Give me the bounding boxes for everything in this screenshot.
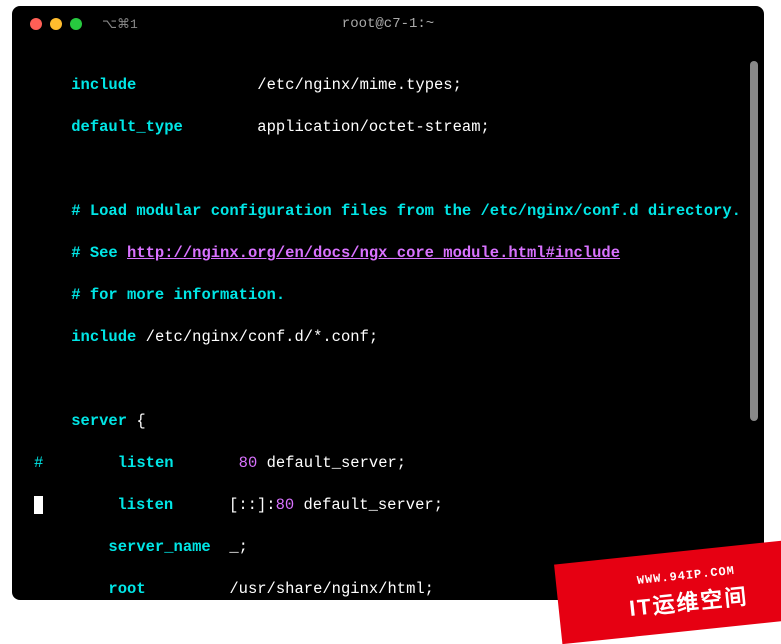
keyword-default-type: default_type — [71, 118, 183, 136]
minimize-icon[interactable] — [50, 18, 62, 30]
titlebar: ⌥⌘1 root@c7-1:~ — [12, 6, 764, 42]
port-number: 80 — [239, 454, 258, 472]
path-value: /etc/nginx/mime.types; — [257, 76, 462, 94]
keyword-listen: listen — [117, 496, 173, 514]
editor-content[interactable]: include /etc/nginx/mime.types; default_t… — [12, 42, 764, 600]
window-title: root@c7-1:~ — [342, 16, 434, 32]
close-icon[interactable] — [30, 18, 42, 30]
hash-comment: # — [34, 454, 43, 472]
keyword-root: root — [108, 580, 145, 598]
port-number: 80 — [276, 496, 295, 514]
comment-line: # for more information. — [71, 286, 285, 304]
traffic-lights — [30, 18, 82, 30]
type-value: application/octet-stream; — [257, 118, 490, 136]
terminal-window: ⌥⌘1 root@c7-1:~ include /etc/nginx/mime.… — [12, 6, 764, 600]
path-value: /etc/nginx/conf.d/*.conf; — [136, 328, 378, 346]
cursor-icon — [34, 496, 43, 514]
comment-line: # Load modular configuration files from … — [71, 202, 741, 220]
path-value: /usr/share/nginx/html; — [146, 580, 434, 598]
comment-line: # See http://nginx.org/en/docs/ngx_core_… — [71, 244, 620, 262]
keyword-server: server — [71, 412, 127, 430]
keyword-server-name: server_name — [108, 538, 210, 556]
doc-url: http://nginx.org/en/docs/ngx_core_module… — [127, 244, 620, 262]
scrollbar[interactable] — [750, 61, 758, 421]
tab-shortcut: ⌥⌘1 — [102, 17, 138, 32]
keyword-listen: listen — [118, 454, 174, 472]
keyword-include: include — [71, 76, 136, 94]
maximize-icon[interactable] — [70, 18, 82, 30]
keyword-include: include — [71, 328, 136, 346]
